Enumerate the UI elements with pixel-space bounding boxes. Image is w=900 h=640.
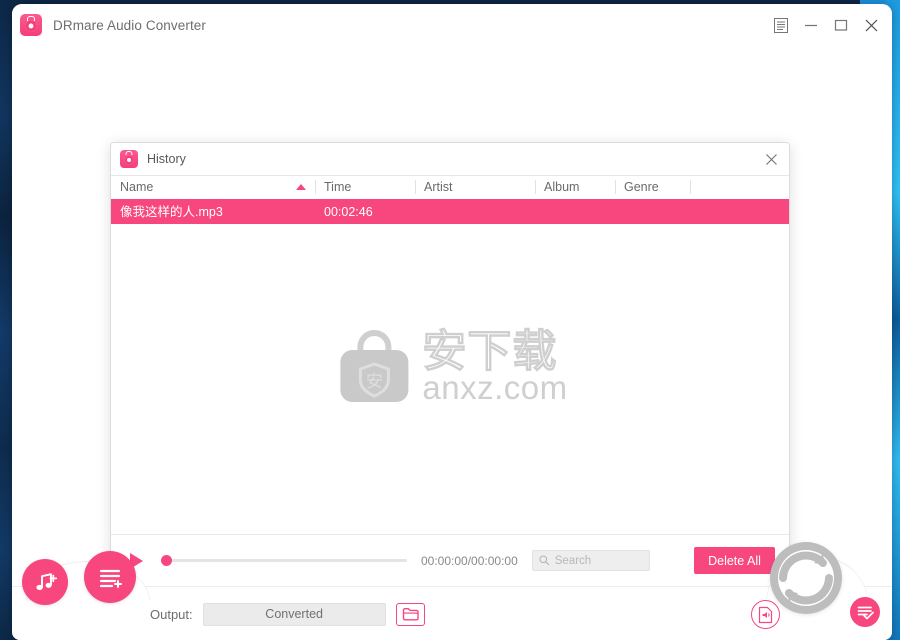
column-header-time[interactable]: Time (315, 175, 415, 200)
format-settings-icon[interactable] (751, 600, 780, 629)
watermark-text-block: 安下载 anxz.com (422, 326, 568, 407)
history-table-header: Name Time Artist Album Genre (111, 176, 789, 201)
maximize-icon[interactable] (826, 10, 856, 40)
playback-time: 00:00:00/00:00:00 (421, 553, 518, 568)
delete-all-button[interactable]: Delete All (694, 547, 775, 574)
column-header-genre-label: Genre (624, 180, 659, 194)
convert-icon[interactable] (770, 542, 842, 614)
search-box[interactable] (531, 550, 650, 571)
minimize-icon[interactable] (796, 10, 826, 40)
output-row: Output: Converted (150, 587, 425, 640)
cell-album (535, 201, 615, 224)
seek-track (161, 559, 407, 562)
column-header-album[interactable]: Album (535, 175, 615, 200)
history-dialog-titlebar: History (111, 143, 789, 176)
output-path-field[interactable]: Converted (202, 602, 386, 626)
history-icon[interactable] (850, 597, 880, 627)
column-header-name-label: Name (120, 180, 154, 194)
history-player-bar: 00:00:00/00:00:00 Delete All (111, 534, 789, 586)
app-content-area: History Name Time Artist Album Genre 像我这… (12, 46, 892, 587)
watermark-bag-glyph: 安 (366, 372, 383, 391)
app-bottom-bar: Output: Converted (12, 542, 892, 640)
sort-ascending-icon (296, 184, 306, 190)
watermark-domain-text: anxz.com (422, 369, 568, 407)
desktop-background: DRmare Audio Converter History Name Time… (0, 0, 900, 640)
window-titlebar: DRmare Audio Converter (12, 4, 892, 46)
column-header-artist-label: Artist (424, 180, 453, 194)
table-row[interactable]: 像我这样的人.mp3 00:02:46 (111, 201, 789, 224)
add-music-icon[interactable] (22, 559, 68, 605)
window-controls (766, 4, 886, 46)
application-window: DRmare Audio Converter History Name Time… (12, 4, 892, 640)
drmare-logo-icon (120, 150, 138, 168)
column-header-genre[interactable]: Genre (615, 175, 690, 200)
column-header-artist[interactable]: Artist (415, 175, 535, 200)
convert-refresh-arrows (779, 551, 833, 605)
seek-slider[interactable] (161, 552, 407, 570)
cell-artist (415, 201, 535, 224)
close-icon[interactable] (757, 146, 785, 172)
output-label: Output: (150, 606, 193, 622)
cell-genre (615, 201, 690, 224)
search-input[interactable] (554, 554, 639, 567)
drmare-logo-icon (20, 14, 42, 36)
watermark-cn-text: 安下载 (422, 326, 558, 376)
column-header-album-label: Album (544, 180, 580, 194)
folder-icon[interactable] (395, 602, 425, 626)
column-header-spacer (690, 175, 789, 200)
cell-name: 像我这样的人.mp3 (120, 205, 223, 219)
column-header-time-label: Time (324, 180, 352, 194)
history-dialog: History Name Time Artist Album Genre 像我这… (110, 142, 790, 587)
menu-icon[interactable] (766, 10, 796, 40)
watermark: 安 安下载 anxz.com (332, 326, 567, 410)
add-list-icon[interactable] (84, 551, 136, 603)
search-icon (539, 555, 550, 566)
app-title: DRmare Audio Converter (53, 17, 207, 33)
cell-time: 00:02:46 (324, 205, 373, 219)
watermark-bag-icon: 安 (332, 326, 416, 410)
close-icon[interactable] (856, 10, 886, 40)
column-header-name[interactable]: Name (111, 175, 315, 200)
seek-handle[interactable] (161, 555, 172, 566)
history-dialog-title: History (147, 152, 186, 166)
history-table-body[interactable]: 像我这样的人.mp3 00:02:46 安 安下载 anxz.com (111, 201, 789, 534)
